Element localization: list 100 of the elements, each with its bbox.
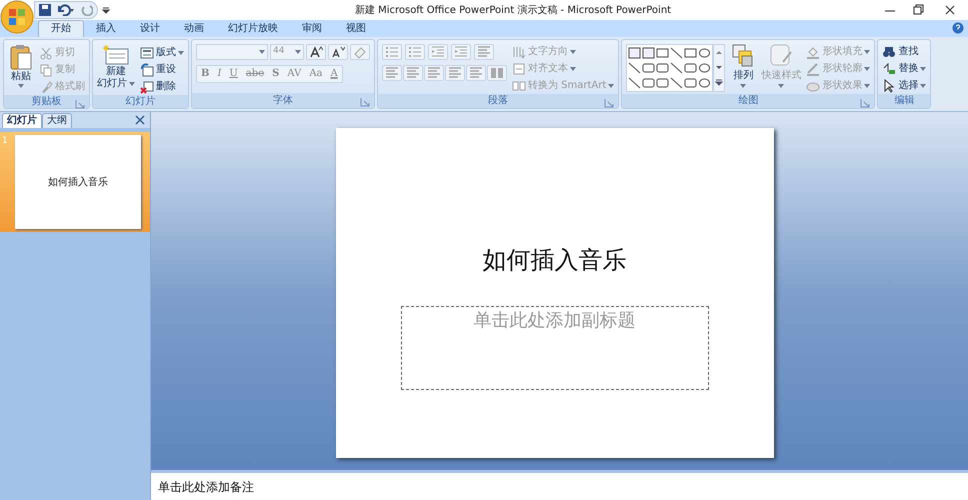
paint-bucket-icon	[806, 45, 820, 59]
pen-line-icon	[806, 62, 820, 76]
ribbon-tab[interactable]: 动画	[172, 20, 216, 37]
caret-icon	[864, 84, 870, 88]
ribbon-tab[interactable]: 视图	[334, 20, 378, 37]
cursor-icon	[882, 79, 896, 93]
slide-command[interactable]: 重设	[140, 62, 184, 78]
shape-icon[interactable]	[684, 61, 698, 75]
group-label: 绘图	[738, 96, 758, 106]
replace-icon	[882, 62, 896, 76]
bullets-icon	[385, 45, 399, 59]
pane-tab[interactable]: 大纲	[42, 113, 72, 128]
font-name-field[interactable]	[196, 44, 268, 60]
paste-button[interactable]: 粘贴	[8, 44, 34, 88]
layout-icon	[140, 46, 154, 60]
slide-command[interactable]: 版式	[140, 45, 184, 61]
caret-icon	[259, 50, 265, 54]
close-icon[interactable]	[135, 115, 145, 125]
shape-icon[interactable]	[698, 46, 712, 60]
shrink-font-icon	[331, 45, 345, 59]
ribbon-tab[interactable]: 插入	[84, 20, 128, 37]
columns-icon	[490, 66, 504, 80]
shapes-gallery[interactable]	[626, 44, 714, 92]
shape-icon[interactable]	[684, 76, 698, 90]
caret-icon	[920, 84, 926, 88]
slide-number: 1	[2, 135, 9, 148]
slide-thumbnail-row[interactable]: 1 如何插入音乐	[0, 132, 150, 232]
ribbon-tab[interactable]: 开始	[38, 20, 84, 37]
justify-icon	[448, 66, 462, 80]
shape-icon[interactable]	[698, 61, 712, 75]
slide-title: 如何插入音乐	[482, 248, 626, 272]
group-label: 段落	[488, 96, 508, 106]
shape-icon[interactable]	[642, 61, 656, 75]
group-label: 剪贴板	[32, 96, 62, 106]
increase-indent-icon	[454, 45, 468, 59]
clipboard-icon	[10, 44, 32, 70]
smartart-icon	[512, 79, 526, 93]
quick-styles-icon	[769, 44, 794, 68]
scissors-icon	[39, 46, 53, 60]
shape-icon[interactable]	[656, 61, 670, 75]
editing-command[interactable]: 替换	[882, 61, 926, 77]
undo-icon[interactable]	[57, 4, 75, 16]
text-direction-icon	[512, 45, 526, 59]
notes-pane[interactable]: 单击此处添加备注	[151, 470, 968, 500]
shape-icon[interactable]	[628, 76, 642, 90]
shape-icon[interactable]	[670, 76, 684, 90]
shape-icon[interactable]	[628, 46, 642, 60]
align-right-icon	[427, 66, 441, 80]
caret-icon	[608, 84, 614, 88]
caret-icon	[178, 51, 184, 55]
shape-icon[interactable]	[670, 46, 684, 60]
window-title: 新建 Microsoft Office PowerPoint 演示文稿 - Microsoft PowerPoint	[354, 4, 672, 18]
caret-icon	[778, 84, 784, 88]
caret-icon	[740, 84, 746, 88]
caret-icon	[920, 67, 926, 71]
caret-icon	[129, 82, 135, 86]
subtitle-prompt: 单击此处添加副标题	[474, 309, 636, 333]
caret-icon	[864, 50, 870, 54]
pane-tab[interactable]: 幻灯片	[2, 113, 42, 128]
line-spacing-icon	[477, 45, 491, 59]
notes-prompt: 单击此处添加备注	[158, 478, 254, 496]
new-slide-icon	[103, 44, 129, 66]
slide-command[interactable]: 删除	[140, 79, 184, 95]
group-label: 字体	[273, 96, 293, 106]
shape-icon[interactable]	[698, 76, 712, 90]
ribbon-tab[interactable]: 设计	[128, 20, 172, 37]
ribbon-tab[interactable]: 审阅	[290, 20, 334, 37]
align-center-icon	[406, 66, 420, 80]
editing-command[interactable]: 查找	[882, 44, 926, 60]
customize-toolbar-icon[interactable]	[102, 6, 110, 14]
ribbon-tab[interactable]: 幻灯片放映	[216, 20, 290, 37]
shape-icon[interactable]	[642, 46, 656, 60]
arrange-button[interactable]: 排列	[730, 44, 756, 88]
delete-icon	[140, 80, 154, 94]
shape-icon[interactable]	[684, 46, 698, 60]
slide-thumbnail[interactable]: 如何插入音乐	[15, 135, 141, 229]
dialog-launcher-icon	[358, 95, 372, 109]
shape-icon[interactable]	[656, 46, 670, 60]
shape-icon[interactable]	[656, 76, 670, 90]
save-icon[interactable]	[39, 4, 51, 16]
distribute-icon	[469, 66, 483, 80]
dialog-launcher-icon	[602, 96, 616, 110]
align-left-icon	[385, 66, 399, 80]
shape-icon[interactable]	[670, 61, 684, 75]
align-text-icon	[512, 62, 526, 76]
shape-icon[interactable]	[642, 76, 656, 90]
shape-icon[interactable]	[628, 61, 642, 75]
numbering-icon	[408, 45, 422, 59]
brush-icon	[39, 80, 53, 94]
thumbnail-title: 如何插入音乐	[48, 176, 108, 190]
reset-icon	[140, 63, 154, 77]
caret-icon	[570, 50, 576, 54]
caret-icon	[18, 84, 24, 88]
caret-icon	[295, 50, 301, 54]
help-icon[interactable]	[952, 22, 964, 34]
group-label: 幻灯片	[126, 96, 156, 106]
editing-command[interactable]: 选择	[882, 78, 926, 94]
dialog-launcher-icon	[858, 96, 872, 110]
binoculars-icon	[882, 45, 896, 59]
new-slide-button[interactable]: 新建 幻灯片	[97, 44, 135, 90]
